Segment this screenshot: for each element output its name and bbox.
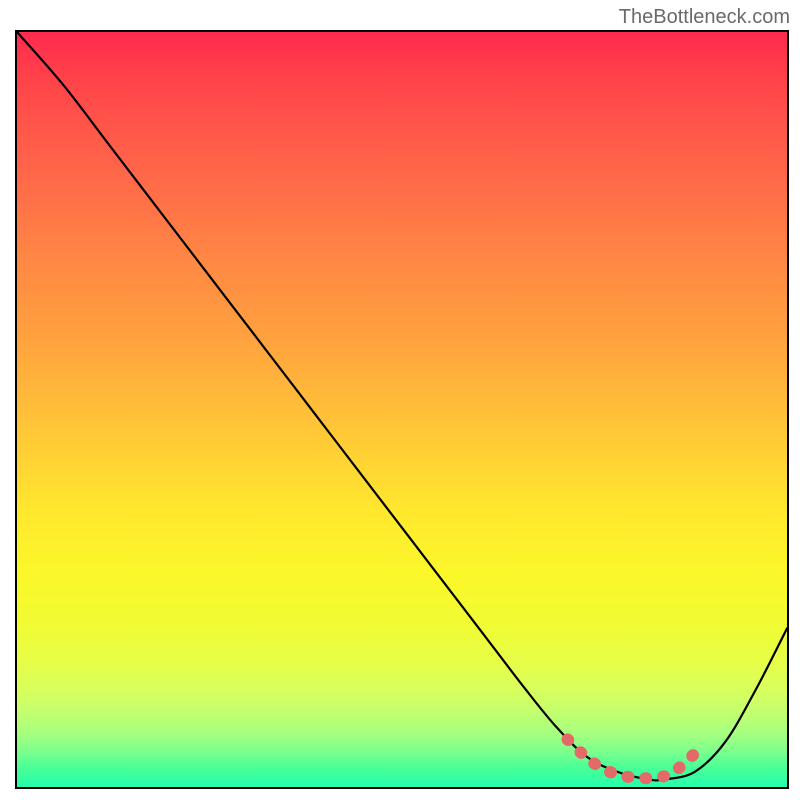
attribution-text: TheBottleneck.com [619, 6, 790, 29]
curve-line [17, 32, 787, 780]
chart-overlay [17, 32, 787, 787]
highlight-segment [568, 739, 699, 778]
plot-frame [15, 30, 789, 789]
chart-container: TheBottleneck.com [0, 0, 800, 800]
